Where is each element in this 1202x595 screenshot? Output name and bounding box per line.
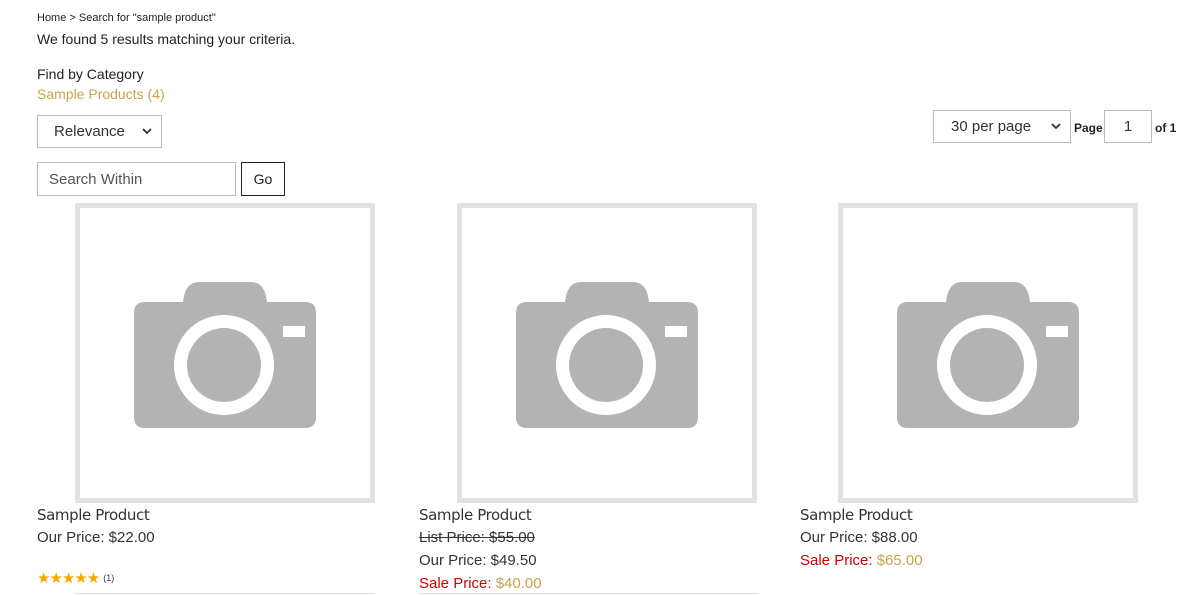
rating-count: (1) bbox=[103, 573, 115, 583]
search-within-input[interactable] bbox=[37, 162, 236, 196]
sort-select[interactable]: Relevance bbox=[37, 115, 162, 148]
our-price: Our Price: $88.00 bbox=[800, 529, 918, 546]
page-number-input[interactable] bbox=[1104, 110, 1152, 143]
camera-placeholder-icon bbox=[134, 282, 316, 428]
product-rating[interactable]: ★★★★★ (1) bbox=[37, 569, 114, 587]
per-page-selected-value: 30 per page bbox=[951, 118, 1032, 135]
page-label: Page bbox=[1074, 121, 1103, 135]
results-count-text: We found 5 results matching your criteri… bbox=[37, 31, 296, 47]
sale-price-value: $65.00 bbox=[872, 552, 923, 569]
list-price: List Price: $55.00 bbox=[419, 529, 535, 546]
divider bbox=[75, 593, 375, 594]
breadcrumb: Home > Search for "sample product" bbox=[37, 12, 216, 24]
product-image[interactable] bbox=[457, 203, 757, 503]
sale-price: Sale Price: $65.00 bbox=[800, 552, 923, 569]
chevron-down-icon bbox=[1051, 120, 1061, 137]
category-heading: Find by Category bbox=[37, 66, 144, 82]
sale-price-label: Sale Price: bbox=[419, 575, 492, 592]
divider bbox=[419, 593, 758, 594]
chevron-down-icon bbox=[142, 125, 152, 142]
our-price: Our Price: $22.00 bbox=[37, 529, 155, 546]
product-name-link[interactable]: Sample Product bbox=[800, 506, 913, 524]
product-image[interactable] bbox=[838, 203, 1138, 503]
sale-price-label: Sale Price: bbox=[800, 552, 873, 569]
sale-price: Sale Price: $40.00 bbox=[419, 575, 542, 592]
category-link-sample-products[interactable]: Sample Products (4) bbox=[37, 86, 165, 102]
breadcrumb-current: Search for "sample product" bbox=[78, 12, 216, 24]
sale-price-value: $40.00 bbox=[491, 575, 542, 592]
camera-placeholder-icon bbox=[516, 282, 698, 428]
breadcrumb-separator: > bbox=[69, 12, 76, 24]
per-page-select[interactable]: 30 per page bbox=[933, 110, 1071, 143]
page-total-label: of 1 bbox=[1155, 121, 1177, 135]
camera-placeholder-icon bbox=[897, 282, 1079, 428]
product-name-link[interactable]: Sample Product bbox=[37, 506, 150, 524]
sort-selected-value: Relevance bbox=[54, 123, 125, 140]
our-price: Our Price: $49.50 bbox=[419, 552, 537, 569]
product-image[interactable] bbox=[75, 203, 375, 503]
breadcrumb-home-link[interactable]: Home bbox=[37, 12, 66, 24]
star-rating-icon: ★★★★★ bbox=[37, 570, 100, 587]
go-button[interactable]: Go bbox=[241, 162, 285, 196]
product-name-link[interactable]: Sample Product bbox=[419, 506, 532, 524]
